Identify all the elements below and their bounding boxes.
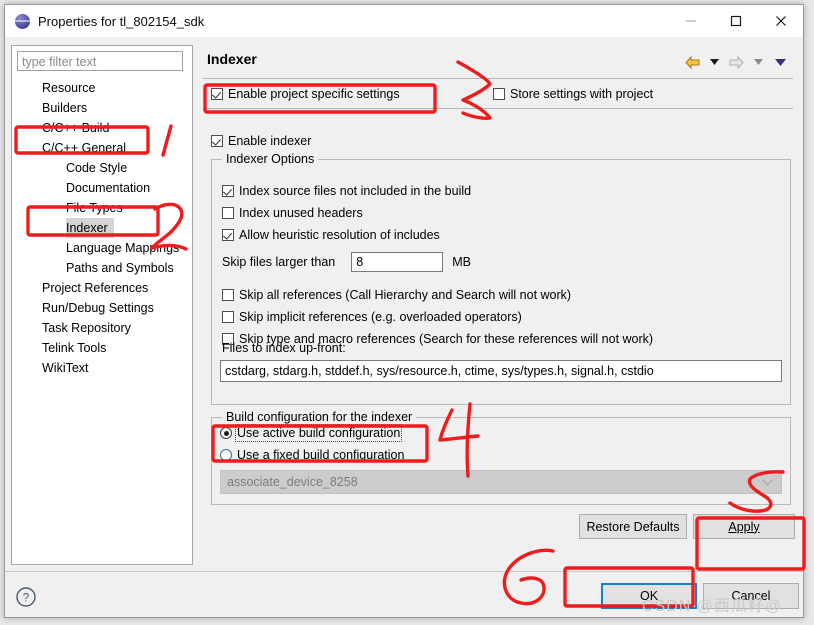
store-settings-with-project-checkbox[interactable]: Store settings with project [493, 87, 653, 101]
store-settings-with-project-label: Store settings with project [510, 87, 654, 101]
checkbox-box-icon [222, 207, 234, 219]
footer-divider [5, 571, 803, 572]
sidebar-item-telink-tools[interactable]: Telink Tools [12, 338, 192, 358]
page-content: Enable project specific settings Store s… [197, 81, 797, 565]
window-title: Properties for tl_802154_sdk [38, 13, 205, 29]
sidebar-item-project-references[interactable]: Project References [12, 278, 192, 298]
settings-tree-panel: type filter text Resource Builders C/C++… [11, 45, 193, 565]
skip-all-references-checkbox[interactable]: Skip all references (Call Hierarchy and … [222, 288, 571, 302]
sidebar-item-indexer[interactable]: Indexer [66, 218, 114, 238]
page-title: Indexer [207, 51, 257, 67]
back-menu-chevron-down-icon[interactable] [705, 53, 723, 71]
checkbox-box-icon [493, 88, 505, 100]
close-icon[interactable] [758, 5, 803, 37]
checkbox-box-icon [222, 185, 234, 197]
indexer-options-legend: Indexer Options [222, 152, 319, 166]
sidebar-item-wikitext[interactable]: WikiText [12, 358, 192, 378]
allow-heuristic-resolution-label: Allow heuristic resolution of includes [239, 228, 440, 242]
checkbox-box-icon [222, 311, 234, 323]
skip-implicit-references-checkbox[interactable]: Skip implicit references (e.g. overloade… [222, 310, 522, 324]
index-source-files-label: Index source files not included in the b… [239, 184, 472, 198]
use-active-build-configuration-radio[interactable]: Use active build configuration [220, 424, 403, 442]
allow-heuristic-resolution-checkbox[interactable]: Allow heuristic resolution of includes [222, 228, 440, 242]
svg-text:?: ? [23, 591, 30, 605]
skip-files-unit-label: MB [452, 255, 472, 269]
sidebar-item-file-types[interactable]: File Types [12, 198, 192, 218]
use-fixed-build-configuration-label: Use a fixed build configuration [237, 448, 405, 462]
checkbox-box-icon [211, 135, 223, 147]
radio-dot-icon [220, 449, 232, 461]
use-fixed-build-configuration-radio[interactable]: Use a fixed build configuration [220, 448, 404, 462]
sidebar-item-code-style[interactable]: Code Style [12, 158, 192, 178]
chevron-down-icon [762, 475, 773, 489]
sidebar-item-run-debug-settings[interactable]: Run/Debug Settings [12, 298, 192, 318]
restore-defaults-button[interactable]: Restore Defaults [579, 514, 687, 539]
sidebar-item-task-repository[interactable]: Task Repository [12, 318, 192, 338]
skip-implicit-references-label: Skip implicit references (e.g. overloade… [239, 310, 522, 324]
sidebar-item-cpp-general[interactable]: C/C++ General [12, 138, 192, 158]
maximize-icon[interactable] [713, 5, 758, 37]
sidebar-item-paths-and-symbols[interactable]: Paths and Symbols [12, 258, 192, 278]
build-configuration-group: Build configuration for the indexer Use … [211, 410, 791, 505]
more-chevron-down-icon[interactable] [771, 53, 789, 71]
enable-indexer-label: Enable indexer [228, 134, 312, 148]
forward-arrow-icon[interactable] [727, 53, 745, 71]
restore-defaults-label: Restore Defaults [586, 519, 680, 534]
skip-files-larger-than-row: Skip files larger than 8 MB [222, 252, 471, 272]
section-divider [203, 108, 793, 109]
eclipse-sphere-icon [15, 13, 30, 29]
sidebar-item-documentation[interactable]: Documentation [12, 178, 192, 198]
sidebar-item-builders[interactable]: Builders [12, 98, 192, 118]
sidebar-item-resource[interactable]: Resource [12, 78, 192, 98]
enable-project-specific-settings-label: Enable project specific settings [228, 87, 400, 101]
window-controls [668, 5, 803, 37]
indexer-options-group: Indexer Options Index source files not i… [211, 152, 791, 405]
apply-button[interactable]: Apply [693, 514, 795, 539]
sidebar-item-cpp-build[interactable]: C/C++ Build [12, 118, 192, 138]
minimize-icon[interactable] [668, 5, 713, 37]
header-divider [203, 78, 793, 79]
navigation-toolbar [683, 53, 789, 71]
skip-files-size-input[interactable]: 8 [351, 252, 444, 272]
apply-label: Apply [728, 519, 760, 534]
checkbox-box-icon [211, 88, 223, 100]
properties-dialog: Properties for tl_802154_sdk type filter… [4, 4, 804, 618]
forward-menu-chevron-down-icon[interactable] [749, 53, 767, 71]
watermark: CSDN @西瓜籽@ [642, 598, 783, 615]
sidebar-item-language-mappings[interactable]: Language Mappings [12, 238, 192, 258]
settings-tree[interactable]: Resource Builders C/C++ Build C/C++ Gene… [12, 78, 192, 564]
dialog-body: type filter text Resource Builders C/C++… [5, 37, 803, 617]
enable-indexer-checkbox[interactable]: Enable indexer [211, 134, 311, 148]
build-configuration-select[interactable]: associate_device_8258 [220, 470, 782, 494]
skip-files-larger-than-label: Skip files larger than [222, 255, 336, 269]
checkbox-box-icon [222, 289, 234, 301]
page-header: Indexer [197, 45, 797, 79]
filter-input[interactable]: type filter text [17, 51, 183, 71]
files-to-index-upfront-label: Files to index up-front: [222, 341, 346, 355]
enable-project-specific-settings-checkbox[interactable]: Enable project specific settings [211, 87, 400, 101]
index-source-files-checkbox[interactable]: Index source files not included in the b… [222, 184, 471, 198]
index-unused-headers-checkbox[interactable]: Index unused headers [222, 206, 363, 220]
back-arrow-icon[interactable] [683, 53, 701, 71]
build-configuration-selected-value: associate_device_8258 [227, 475, 358, 489]
radio-dot-icon [220, 427, 232, 439]
sidebar-item-indexer-wrap: Indexer [12, 218, 192, 238]
skip-all-references-label: Skip all references (Call Hierarchy and … [239, 288, 572, 302]
help-icon[interactable]: ? [15, 586, 37, 608]
title-bar: Properties for tl_802154_sdk [5, 5, 803, 37]
index-unused-headers-label: Index unused headers [239, 206, 363, 220]
files-to-index-upfront-input[interactable]: cstdarg, stdarg.h, stddef.h, sys/resourc… [220, 360, 782, 382]
indexer-settings-panel: Indexer Enable project specific settings… [197, 45, 797, 565]
build-configuration-legend: Build configuration for the indexer [222, 410, 417, 424]
use-active-build-configuration-label: Use active build configuration [234, 424, 403, 442]
checkbox-box-icon [222, 229, 234, 241]
